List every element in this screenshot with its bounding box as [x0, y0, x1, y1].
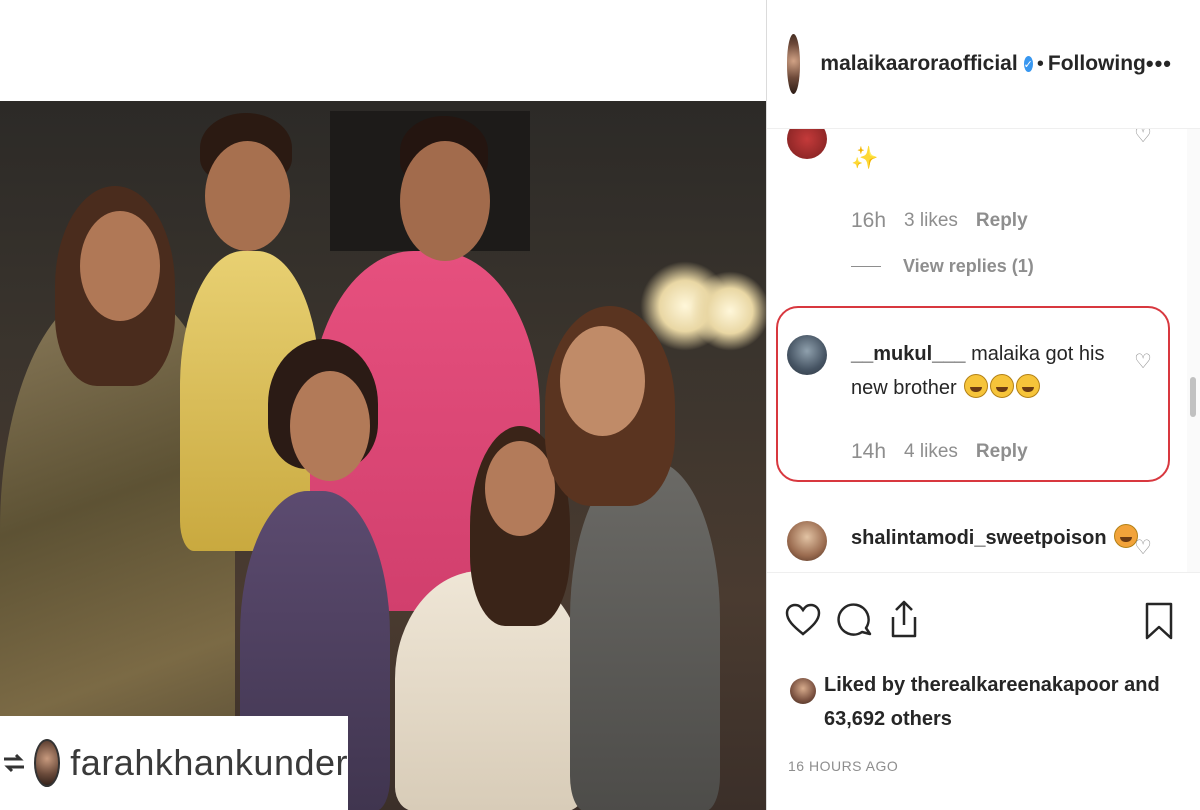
repost-username[interactable]: farahkhankunder: [70, 742, 348, 784]
comment-meta: 16h 3 likes Reply: [851, 209, 1028, 233]
face: [485, 441, 555, 536]
laughing-emoji-icon: [990, 374, 1015, 398]
background-lamp: [690, 271, 766, 351]
post-timestamp[interactable]: 16 HOURS AGO: [788, 758, 898, 774]
rolling-laughing-emoji-icon: [1016, 374, 1041, 398]
comment-avatar[interactable]: [787, 335, 827, 375]
author-avatar[interactable]: [787, 34, 801, 94]
likes-prefix: Liked by: [824, 674, 906, 696]
post-photo[interactable]: farahkhankunder: [0, 101, 766, 810]
reply-button[interactable]: Reply: [976, 210, 1028, 232]
view-replies-label: View replies (1): [903, 256, 1034, 276]
heart-icon[interactable]: [785, 603, 821, 642]
comment-likes[interactable]: 3 likes: [904, 210, 958, 232]
person-right: [570, 461, 720, 810]
scrollbar-thumb[interactable]: [1190, 377, 1196, 417]
likes-summary: Liked by therealkareenakapoor and 63,692…: [790, 668, 1160, 736]
post-header: malaikaaroraofficial ✓ • Following •••: [767, 0, 1200, 129]
comment-username[interactable]: __mukul___: [851, 343, 966, 365]
verified-badge-icon: ✓: [1023, 56, 1033, 72]
comment-like-icon[interactable]: ♡: [1134, 349, 1152, 374]
repost-avatar: [34, 739, 61, 787]
laughing-emoji-icon: [964, 374, 989, 398]
comment-time[interactable]: 14h: [851, 440, 886, 464]
comment-like-icon[interactable]: ♡: [1134, 535, 1152, 560]
comment-time[interactable]: 16h: [851, 209, 886, 233]
comments-list: ✨ ♡ 16h 3 likes Reply View replies (1) _…: [767, 129, 1187, 572]
face: [80, 211, 160, 321]
more-options-button[interactable]: •••: [1146, 51, 1172, 77]
reply-button[interactable]: Reply: [976, 441, 1028, 463]
likes-count[interactable]: 63,692 others: [824, 708, 952, 730]
comment-body: shalintamodi_sweetpoison: [851, 521, 1139, 555]
face: [205, 141, 290, 251]
face: [290, 371, 370, 481]
liker-avatar[interactable]: [790, 678, 816, 704]
repost-icon: [0, 743, 28, 783]
header-separator: •: [1036, 52, 1044, 75]
top-whitespace: [0, 0, 766, 101]
comment-icon[interactable]: [837, 603, 873, 644]
comment-likes[interactable]: 4 likes: [904, 441, 958, 463]
face: [400, 141, 490, 261]
comment-text: ✨: [851, 145, 879, 170]
replies-line: [851, 266, 881, 267]
share-icon[interactable]: [887, 599, 921, 644]
comment-avatar[interactable]: [787, 521, 827, 561]
liker-username[interactable]: therealkareenakapoor: [911, 674, 1119, 696]
comment-avatar[interactable]: [787, 129, 827, 159]
comment-meta: 14h 4 likes Reply: [851, 440, 1028, 464]
comment-username[interactable]: shalintamodi_sweetpoison: [851, 527, 1107, 549]
comment-body: __mukul___ malaika got his new brother: [851, 337, 1141, 405]
face: [560, 326, 645, 436]
comments-scrollbar[interactable]: [1187, 129, 1200, 572]
likes-and: and: [1124, 674, 1160, 696]
following-button[interactable]: Following: [1048, 52, 1146, 76]
bookmark-icon[interactable]: [1144, 601, 1174, 646]
action-bar: [767, 572, 1200, 683]
likes-text: Liked by therealkareenakapoor and 63,692…: [824, 668, 1160, 736]
repost-credit-bar: farahkhankunder: [0, 716, 348, 810]
view-replies-button[interactable]: View replies (1): [851, 256, 1034, 277]
author-username[interactable]: malaikaaroraofficial: [820, 52, 1017, 76]
comment-like-icon[interactable]: ♡: [1134, 129, 1152, 148]
